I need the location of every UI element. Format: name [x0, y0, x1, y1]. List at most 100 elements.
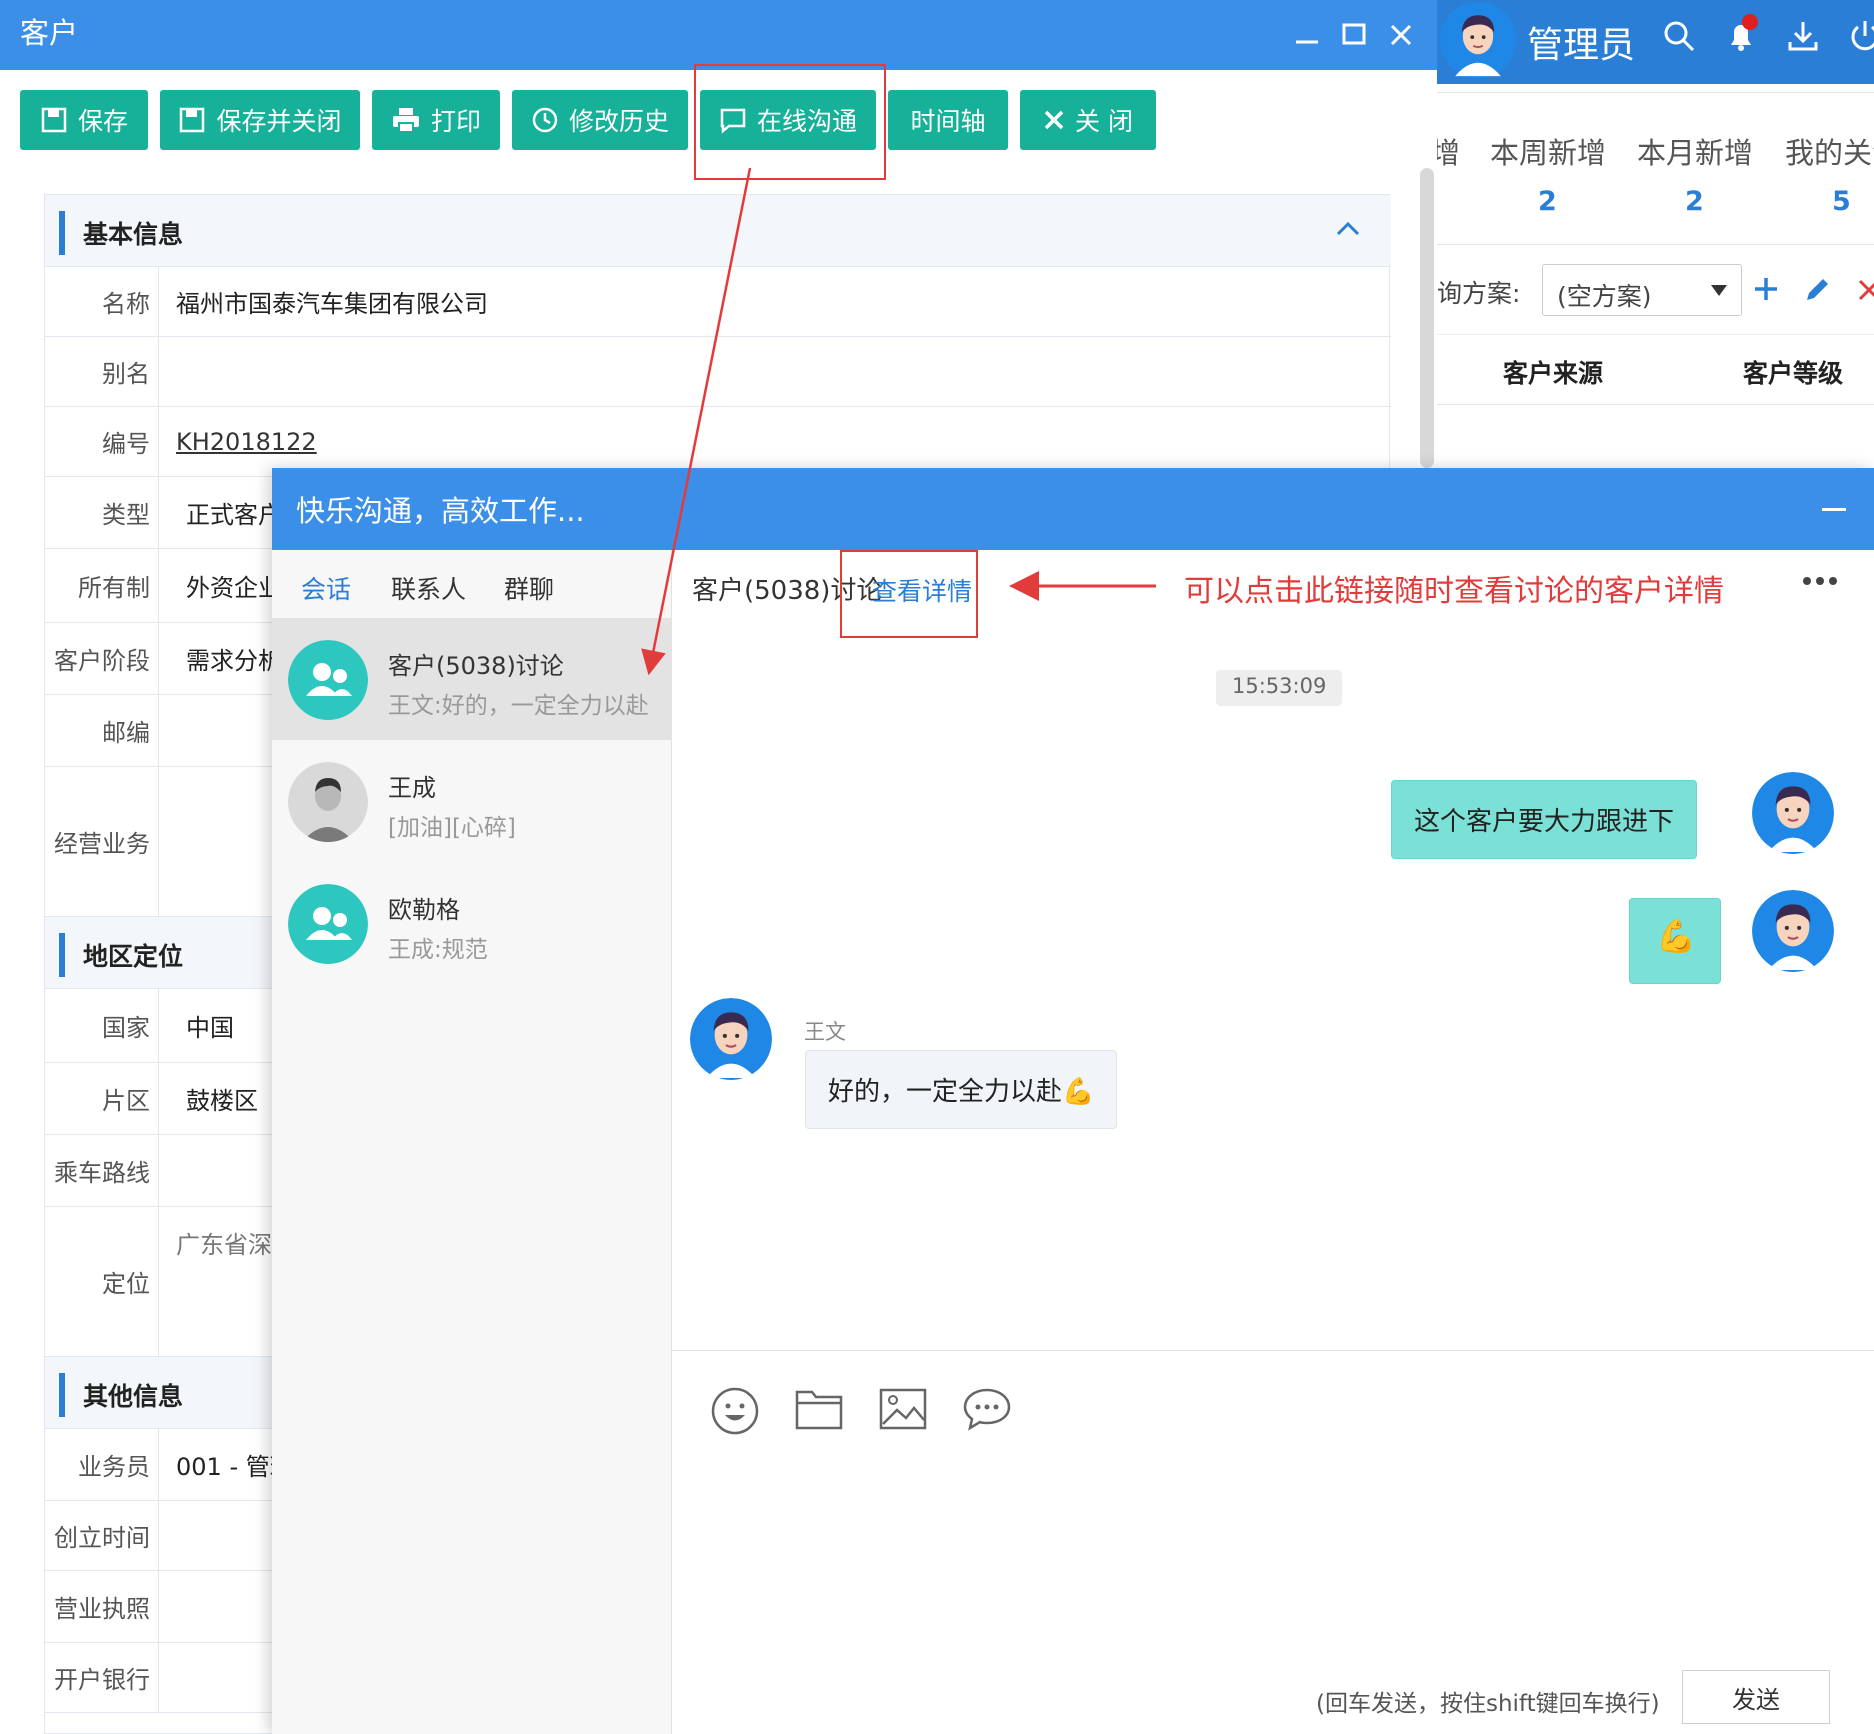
my-avatar [1752, 772, 1834, 854]
person-avatar [288, 762, 368, 842]
field-value-link[interactable]: KH2018122 [176, 407, 317, 476]
field-code: 编号 KH2018122 [45, 407, 1391, 477]
send-button[interactable]: 发送 [1682, 1670, 1830, 1724]
field-value[interactable]: 广东省深 [176, 1207, 272, 1356]
field-value[interactable]: 需求分析 [186, 623, 282, 694]
field-value[interactable]: 鼓楼区 [186, 1063, 258, 1134]
folder-icon[interactable] [794, 1386, 844, 1432]
more-icon[interactable] [1802, 576, 1838, 586]
field-label: 乘车路线 [45, 1135, 159, 1206]
image-icon[interactable] [878, 1386, 928, 1432]
column-header-level[interactable]: 客户等级 [1743, 354, 1843, 390]
caret-down-icon [1711, 285, 1727, 296]
save-close-button[interactable]: 保存并关闭 [160, 90, 360, 150]
stat-label-follow[interactable]: 我的关注 [1785, 130, 1874, 172]
group-icon [288, 640, 368, 720]
search-icon[interactable] [1661, 18, 1697, 54]
section-title: 基本信息 [83, 220, 184, 249]
admin-avatar[interactable] [1440, 2, 1516, 78]
stat-label-week[interactable]: 本周新增 [1490, 130, 1606, 172]
add-icon[interactable] [1753, 276, 1779, 302]
highlight-box-details-link [840, 550, 978, 638]
query-scheme-label: 询方案: [1437, 279, 1521, 308]
group-icon [288, 884, 368, 964]
section-accent [59, 1373, 65, 1417]
history-label: 修改历史 [568, 107, 669, 136]
section-basic-info[interactable]: 基本信息 [45, 195, 1391, 267]
field-label: 创立时间 [45, 1501, 159, 1570]
clock-icon [532, 107, 558, 133]
chat-window: 快乐沟通，高效工作... 会话 联系人 群聊 客户(5038)讨论 王文:好的，… [272, 468, 1874, 1734]
field-label: 邮编 [45, 695, 159, 766]
field-label: 国家 [45, 989, 159, 1062]
tab-sessions[interactable]: 会话 [301, 570, 351, 606]
sender-name: 王文 [804, 1020, 846, 1044]
minimize-icon[interactable] [1822, 508, 1846, 511]
column-header-source[interactable]: 客户来源 [1503, 354, 1603, 390]
print-button[interactable]: 打印 [372, 90, 500, 150]
close-icon[interactable] [1384, 18, 1418, 52]
query-scheme-value: (空方案) [1557, 282, 1652, 311]
print-label: 打印 [430, 107, 481, 136]
field-label: 定位 [45, 1207, 159, 1356]
section-title: 地区定位 [83, 942, 184, 971]
tab-contacts[interactable]: 联系人 [391, 570, 466, 606]
field-value[interactable]: 中国 [186, 989, 234, 1062]
field-value[interactable]: 外资企业 [186, 549, 282, 622]
field-label: 开户银行 [45, 1643, 159, 1712]
minimize-icon[interactable] [1290, 18, 1324, 52]
delete-icon[interactable] [1857, 278, 1874, 302]
window-title: 客户 [20, 16, 79, 50]
chat-window-title: 快乐沟通，高效工作... [296, 494, 585, 528]
edit-icon[interactable] [1803, 274, 1833, 304]
conversation-sidebar: 会话 联系人 群聊 客户(5038)讨论 王文:好的，一定全力以赴 王成 [加油… [272, 550, 672, 1734]
chat-main: 客户(5038)讨论 查看详情 可以点击此链接随时查看讨论的客户详情 15:53… [672, 550, 1874, 1734]
timeline-button[interactable]: 时间轴 [888, 90, 1008, 150]
stat-value-follow[interactable]: 5 [1832, 186, 1851, 217]
conversation-preview: 王文:好的，一定全力以赴 [388, 693, 649, 719]
admin-name[interactable]: 管理员 [1527, 16, 1635, 68]
field-label: 营业执照 [45, 1571, 159, 1642]
conversation-name: 欧勒格 [388, 896, 460, 924]
message-bubble-emoji[interactable]: 💪 [1629, 898, 1721, 984]
message-bubble-theirs[interactable]: 好的，一定全力以赴💪 [805, 1050, 1118, 1129]
form-scrollbar[interactable] [1420, 168, 1434, 468]
field-label: 片区 [45, 1063, 159, 1134]
stat-value-month[interactable]: 2 [1685, 186, 1704, 217]
conversation-preview: [加油][心碎] [388, 815, 516, 841]
query-scheme-select[interactable]: (空方案) [1542, 264, 1742, 316]
conversation-item[interactable]: 欧勒格 王成:规范 [272, 862, 672, 984]
message-bubble-mine[interactable]: 这个客户要大力跟进下 [1391, 780, 1698, 859]
emoji-icon[interactable] [710, 1386, 760, 1436]
power-icon[interactable] [1847, 18, 1874, 54]
download-icon[interactable] [1785, 18, 1821, 54]
field-alias: 别名 [45, 337, 1391, 407]
close-icon [1044, 110, 1064, 130]
tab-group-chat[interactable]: 群聊 [504, 570, 554, 606]
stat-label-month[interactable]: 本月新增 [1637, 130, 1753, 172]
conversation-name: 客户(5038)讨论 [388, 652, 564, 680]
field-value[interactable]: 正式客户 [186, 477, 282, 548]
conversation-item[interactable]: 王成 [加油][心碎] [272, 740, 672, 862]
save-icon [180, 107, 205, 133]
input-divider [672, 1350, 1874, 1351]
conversation-item[interactable]: 客户(5038)讨论 王文:好的，一定全力以赴 [272, 618, 672, 740]
field-label: 编号 [45, 407, 159, 476]
close-button[interactable]: 关 闭 [1020, 90, 1156, 150]
section-accent [59, 211, 65, 255]
my-avatar [1752, 890, 1834, 972]
chevron-up-icon[interactable] [1335, 219, 1361, 237]
field-value[interactable]: 福州市国泰汽车集团有限公司 [176, 267, 488, 336]
maximize-icon[interactable] [1337, 18, 1371, 52]
save-button[interactable]: 保存 [20, 90, 148, 150]
save-label: 保存 [77, 107, 128, 136]
notification-dot [1742, 14, 1758, 30]
customer-titlebar: 客户 [0, 0, 1437, 70]
field-label: 名称 [45, 267, 159, 336]
printer-icon [392, 108, 419, 133]
history-button[interactable]: 修改历史 [512, 90, 688, 150]
close-label: 关 闭 [1075, 107, 1133, 136]
highlight-box-chat-button [694, 64, 886, 180]
stat-value-week[interactable]: 2 [1538, 186, 1557, 217]
comment-icon[interactable] [962, 1386, 1012, 1432]
